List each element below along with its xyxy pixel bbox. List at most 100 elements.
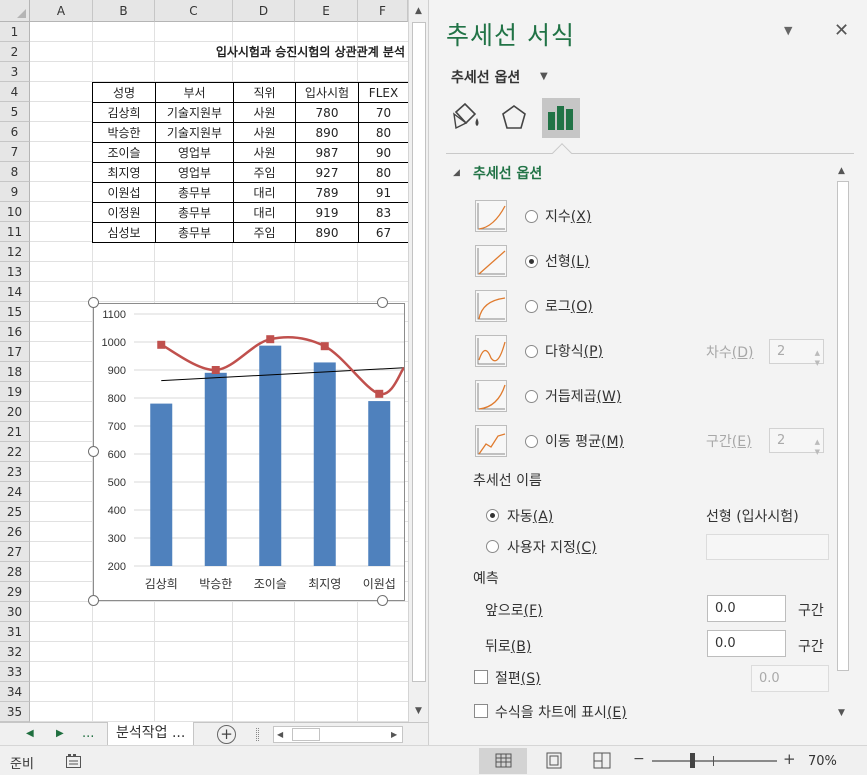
- row-header-23[interactable]: 23: [0, 462, 30, 482]
- equation-label[interactable]: 수식을 차트에 표시(E): [495, 702, 627, 722]
- scroll-left-arrow-icon[interactable]: ◀: [277, 724, 283, 746]
- zoom-slider-thumb[interactable]: [690, 753, 695, 768]
- scroll-down-arrow-icon[interactable]: ▼: [409, 702, 428, 720]
- table-cell[interactable]: 영업부: [155, 142, 234, 163]
- name-auto-label[interactable]: 자동(A): [507, 506, 553, 526]
- zoom-level[interactable]: 70%: [808, 754, 837, 769]
- name-custom-input[interactable]: [706, 534, 829, 560]
- table-cell[interactable]: 890: [295, 122, 359, 143]
- page-layout-view-icon[interactable]: [530, 748, 578, 774]
- options-caret-icon[interactable]: ▼: [540, 71, 548, 82]
- resize-handle-middle-left[interactable]: [88, 446, 99, 457]
- bar-mark[interactable]: [204, 372, 227, 566]
- table-cell[interactable]: 789: [295, 182, 359, 203]
- row-header-19[interactable]: 19: [0, 382, 30, 402]
- bar-mark[interactable]: [368, 401, 391, 566]
- bar-mark[interactable]: [313, 362, 336, 566]
- row-header-25[interactable]: 25: [0, 502, 30, 522]
- scroll-right-arrow-icon[interactable]: ▶: [391, 724, 397, 746]
- pane-scroll-thumb[interactable]: [837, 181, 849, 671]
- select-all-corner[interactable]: [0, 0, 30, 22]
- table-cell[interactable]: 총무부: [155, 182, 234, 203]
- worksheet[interactable]: ABCDEF 1 2 3 4 5 6 7 8 9 10 11 12 13 14 15 16 17 18 19 20 21…: [0, 0, 428, 745]
- name-custom-label[interactable]: 사용자 지정(C): [507, 537, 597, 557]
- bar-mark[interactable]: [150, 403, 173, 566]
- row-header-24[interactable]: 24: [0, 482, 30, 502]
- intercept-input[interactable]: 0.0: [751, 665, 829, 692]
- table-cell[interactable]: 심성보: [92, 222, 156, 243]
- sheet-title-cell[interactable]: 입사시험과 승진시험의 상관관계 분석: [100, 42, 405, 62]
- trendline-type-radio[interactable]: [525, 435, 538, 448]
- table-cell[interactable]: 영업부: [155, 162, 234, 183]
- table-cell[interactable]: 919: [295, 202, 359, 223]
- equation-checkbox[interactable]: [474, 704, 488, 718]
- trendline-type-label[interactable]: 선형(L): [545, 251, 590, 271]
- row-header-10[interactable]: 10: [0, 202, 30, 222]
- row-header-3[interactable]: 3: [0, 62, 30, 82]
- table-cell[interactable]: 대리: [233, 182, 296, 203]
- collapse-triangle-icon[interactable]: ◢: [453, 168, 460, 178]
- column-header-c[interactable]: C: [155, 0, 233, 22]
- row-header-20[interactable]: 20: [0, 402, 30, 422]
- row-header-35[interactable]: 35: [0, 702, 30, 722]
- table-cell[interactable]: 67: [358, 222, 409, 243]
- row-header-11[interactable]: 11: [0, 222, 30, 242]
- row-header-6[interactable]: 6: [0, 122, 30, 142]
- table-cell[interactable]: 890: [295, 222, 359, 243]
- row-header-21[interactable]: 21: [0, 422, 30, 442]
- row-header-13[interactable]: 13: [0, 262, 30, 282]
- trendline-type-label[interactable]: 이동 평균(M): [545, 431, 624, 451]
- table-cell[interactable]: 김상희: [92, 102, 156, 123]
- table-cell[interactable]: 총무부: [155, 202, 234, 223]
- row-header-1[interactable]: 1: [0, 22, 30, 42]
- column-header-b[interactable]: B: [93, 0, 155, 22]
- row-header-29[interactable]: 29: [0, 582, 30, 602]
- table-cell[interactable]: 기술지원부: [155, 102, 234, 123]
- row-header-27[interactable]: 27: [0, 542, 30, 562]
- trendline-type-radio[interactable]: [525, 300, 538, 313]
- table-cell[interactable]: 사원: [233, 102, 296, 123]
- table-cell[interactable]: 70: [358, 102, 409, 123]
- add-sheet-icon[interactable]: +: [217, 725, 236, 744]
- pane-scroll-down-icon[interactable]: ▼: [838, 708, 845, 718]
- column-header-d[interactable]: D: [233, 0, 295, 22]
- table-cell[interactable]: 91: [358, 182, 409, 203]
- tab-prev-icon[interactable]: ◀: [26, 723, 34, 745]
- row-header-9[interactable]: 9: [0, 182, 30, 202]
- scroll-up-arrow-icon[interactable]: ▲: [409, 2, 428, 20]
- table-cell[interactable]: 90: [358, 142, 409, 163]
- row-header-8[interactable]: 8: [0, 162, 30, 182]
- table-cell[interactable]: 성명: [92, 82, 156, 103]
- zoom-out-button[interactable]: −: [633, 751, 645, 767]
- row-header-33[interactable]: 33: [0, 662, 30, 682]
- name-auto-radio[interactable]: [486, 509, 499, 522]
- chevron-down-icon[interactable]: ▼: [784, 24, 792, 37]
- table-cell[interactable]: 이정원: [92, 202, 156, 223]
- row-header-18[interactable]: 18: [0, 362, 30, 382]
- tab-more-button[interactable]: ...: [82, 723, 94, 745]
- resize-handle-top-left[interactable]: [88, 297, 99, 308]
- row-header-4[interactable]: 4: [0, 82, 30, 102]
- hscroll-thumb[interactable]: [292, 728, 320, 741]
- table-cell[interactable]: 80: [358, 162, 409, 183]
- table-cell[interactable]: 927: [295, 162, 359, 183]
- scroll-thumb[interactable]: [412, 22, 426, 682]
- table-cell[interactable]: 대리: [233, 202, 296, 223]
- table-cell[interactable]: 조이슬: [92, 142, 156, 163]
- table-cell[interactable]: 최지영: [92, 162, 156, 183]
- table-cell[interactable]: FLEX: [358, 82, 409, 103]
- name-custom-radio[interactable]: [486, 540, 499, 553]
- close-icon[interactable]: ✕: [834, 20, 849, 41]
- row-header-5[interactable]: 5: [0, 102, 30, 122]
- spin-down-icon[interactable]: ▼: [815, 441, 820, 464]
- pane-vertical-scrollbar[interactable]: ▲ ▼: [834, 163, 852, 723]
- table-cell[interactable]: 780: [295, 102, 359, 123]
- options-dropdown-label[interactable]: 추세선 옵션: [451, 67, 520, 87]
- row-header-26[interactable]: 26: [0, 522, 30, 542]
- table-cell[interactable]: 80: [358, 122, 409, 143]
- trendline-type-radio[interactable]: [525, 390, 538, 403]
- tab-next-icon[interactable]: ▶: [56, 723, 64, 745]
- trendline-type-radio[interactable]: [525, 210, 538, 223]
- section-header-trendline-options[interactable]: 추세선 옵션: [473, 163, 542, 183]
- splitter-handle-icon[interactable]: [256, 728, 259, 741]
